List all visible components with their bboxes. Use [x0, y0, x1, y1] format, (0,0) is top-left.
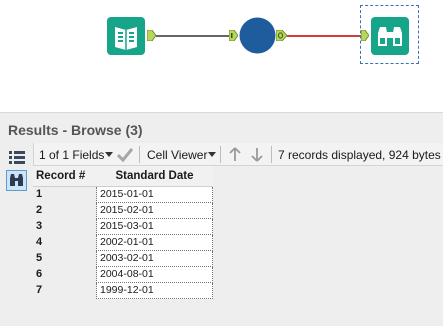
- table-row[interactable]: 1 2015-01-01: [33, 186, 213, 203]
- date-cell[interactable]: 1999-12-01: [96, 282, 213, 299]
- connector-line[interactable]: [287, 35, 361, 37]
- circle-node-icon[interactable]: [239, 17, 276, 54]
- results-table: Record # Standard Date 1 2015-01-01 2 2015…: [33, 166, 213, 299]
- input-anchor-icon[interactable]: [229, 30, 238, 41]
- arrow-down-icon[interactable]: [251, 147, 263, 162]
- column-header-record[interactable]: Record #: [33, 166, 97, 187]
- toolbar-divider: [271, 146, 272, 163]
- table-row[interactable]: 5 2003-02-01: [33, 250, 213, 267]
- binoculars-icon: [371, 17, 409, 55]
- date-cell[interactable]: 2015-02-01: [96, 202, 213, 219]
- table-row[interactable]: 6 2004-08-01: [33, 266, 213, 283]
- results-side-rail: [0, 143, 32, 326]
- record-number: 4: [33, 234, 97, 251]
- output-anchor-icon[interactable]: [147, 30, 156, 41]
- workflow-canvas[interactable]: [0, 0, 443, 112]
- table-row[interactable]: 4 2002-01-01: [33, 234, 213, 251]
- date-cell[interactable]: 2002-01-01: [96, 234, 213, 251]
- table-row[interactable]: 7 1999-12-01: [33, 282, 213, 299]
- browse-view-button[interactable]: [6, 170, 27, 191]
- results-toolbar: 1 of 1 Fields Cell Viewer 7 records disp…: [33, 143, 443, 166]
- date-cell[interactable]: 2015-03-01: [96, 218, 213, 235]
- record-number: 6: [33, 266, 97, 283]
- record-number: 7: [33, 282, 97, 299]
- date-cell[interactable]: 2015-01-01: [96, 186, 213, 203]
- results-title: Results - Browse (3): [8, 122, 143, 138]
- checkmark-icon[interactable]: [117, 147, 133, 162]
- fields-selector[interactable]: 1 of 1 Fields: [39, 148, 104, 162]
- results-grid-area: Record # Standard Date 1 2015-01-01 2 2015…: [33, 166, 443, 326]
- list-view-icon[interactable]: [9, 150, 25, 166]
- book-icon: [107, 17, 145, 55]
- toolbar-divider: [220, 146, 221, 163]
- record-number: 2: [33, 202, 97, 219]
- output-anchor-icon[interactable]: [276, 30, 287, 41]
- connector-line[interactable]: [156, 35, 229, 37]
- input-data-tool[interactable]: [107, 17, 145, 55]
- chevron-down-icon[interactable]: [105, 152, 113, 157]
- record-number: 3: [33, 218, 97, 235]
- records-status: 7 records displayed, 924 bytes: [278, 148, 441, 162]
- results-panel: 1 of 1 Fields Cell Viewer 7 records disp…: [0, 143, 443, 326]
- table-header-row: Record # Standard Date: [33, 166, 213, 187]
- cell-viewer-selector[interactable]: Cell Viewer: [147, 148, 207, 162]
- chevron-down-icon[interactable]: [208, 152, 216, 157]
- results-panel-header: Results - Browse (3): [0, 112, 443, 143]
- column-header-standard-date[interactable]: Standard Date: [96, 166, 213, 187]
- record-number: 1: [33, 186, 97, 203]
- browse-tool[interactable]: [360, 5, 419, 64]
- toolbar-divider: [139, 146, 140, 163]
- date-cell[interactable]: 2003-02-01: [96, 250, 213, 267]
- date-cell[interactable]: 2004-08-01: [96, 266, 213, 283]
- arrow-up-icon[interactable]: [229, 147, 241, 162]
- record-number: 5: [33, 250, 97, 267]
- binoculars-icon: [10, 174, 23, 186]
- table-row[interactable]: 2 2015-02-01: [33, 202, 213, 219]
- table-row[interactable]: 3 2015-03-01: [33, 218, 213, 235]
